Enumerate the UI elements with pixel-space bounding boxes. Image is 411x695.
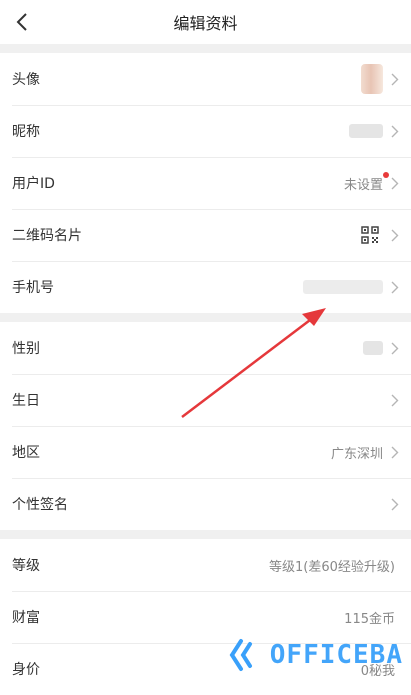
chevron-right-icon — [389, 227, 401, 243]
chevron-right-icon — [389, 279, 401, 295]
row-signature[interactable]: 个性签名 — [0, 478, 411, 530]
user-id-value: 未设置 — [343, 177, 383, 193]
section-gap — [0, 313, 411, 322]
chevron-right-icon — [389, 123, 401, 139]
worth-label: 身价 — [12, 662, 40, 678]
chevron-right-icon — [389, 175, 401, 191]
chevron-right-icon — [389, 392, 401, 408]
avatar — [361, 64, 383, 94]
profile-section-stats: 等级 等级1(差60经验升级) 财富 115金币 身价 0秘我 — [0, 539, 411, 695]
top-bar: 编辑资料 — [0, 0, 411, 44]
back-button[interactable] — [8, 8, 36, 36]
row-wealth[interactable]: 财富 115金币 — [0, 591, 411, 643]
section-gap — [0, 530, 411, 539]
region-value: 广东深圳 — [330, 446, 383, 462]
row-nickname[interactable]: 昵称 — [0, 105, 411, 157]
nickname-label: 昵称 — [12, 124, 40, 140]
notification-dot — [383, 172, 389, 178]
chevron-right-icon — [389, 444, 401, 460]
row-level[interactable]: 等级 等级1(差60经验升级) — [0, 539, 411, 591]
page-title: 编辑资料 — [173, 14, 238, 33]
section-gap — [0, 44, 411, 53]
phone-value-redacted — [303, 280, 383, 294]
row-phone[interactable]: 手机号 — [0, 261, 411, 313]
qr-code-icon — [361, 226, 379, 244]
wealth-value: 115金币 — [344, 611, 395, 627]
gender-value-redacted — [363, 341, 383, 355]
row-worth[interactable]: 身价 0秘我 — [0, 643, 411, 695]
row-gender[interactable]: 性别 — [0, 322, 411, 374]
chevron-right-icon — [389, 496, 401, 512]
region-label: 地区 — [12, 445, 40, 461]
phone-label: 手机号 — [12, 280, 54, 296]
nickname-value-redacted — [349, 124, 383, 138]
wealth-label: 财富 — [12, 610, 40, 626]
avatar-label: 头像 — [12, 72, 40, 88]
qrcode-label: 二维码名片 — [12, 228, 82, 244]
row-birthday[interactable]: 生日 — [0, 374, 411, 426]
row-qrcode[interactable]: 二维码名片 — [0, 209, 411, 261]
profile-section-basic: 头像 昵称 用户ID 未设置 二维码名片 手机号 — [0, 53, 411, 313]
gender-label: 性别 — [12, 341, 40, 357]
chevron-left-icon — [16, 13, 27, 31]
chevron-right-icon — [389, 340, 401, 356]
birthday-label: 生日 — [12, 393, 40, 409]
profile-section-personal: 性别 生日 地区 广东深圳 个性签名 — [0, 322, 411, 530]
row-user-id[interactable]: 用户ID 未设置 — [0, 157, 411, 209]
user-id-label: 用户ID — [12, 176, 55, 192]
row-avatar[interactable]: 头像 — [0, 53, 411, 105]
chevron-right-icon — [389, 71, 401, 87]
level-value: 等级1(差60经验升级) — [269, 559, 395, 575]
row-region[interactable]: 地区 广东深圳 — [0, 426, 411, 478]
signature-label: 个性签名 — [12, 497, 68, 513]
worth-value: 0秘我 — [360, 663, 395, 679]
level-label: 等级 — [12, 558, 40, 574]
